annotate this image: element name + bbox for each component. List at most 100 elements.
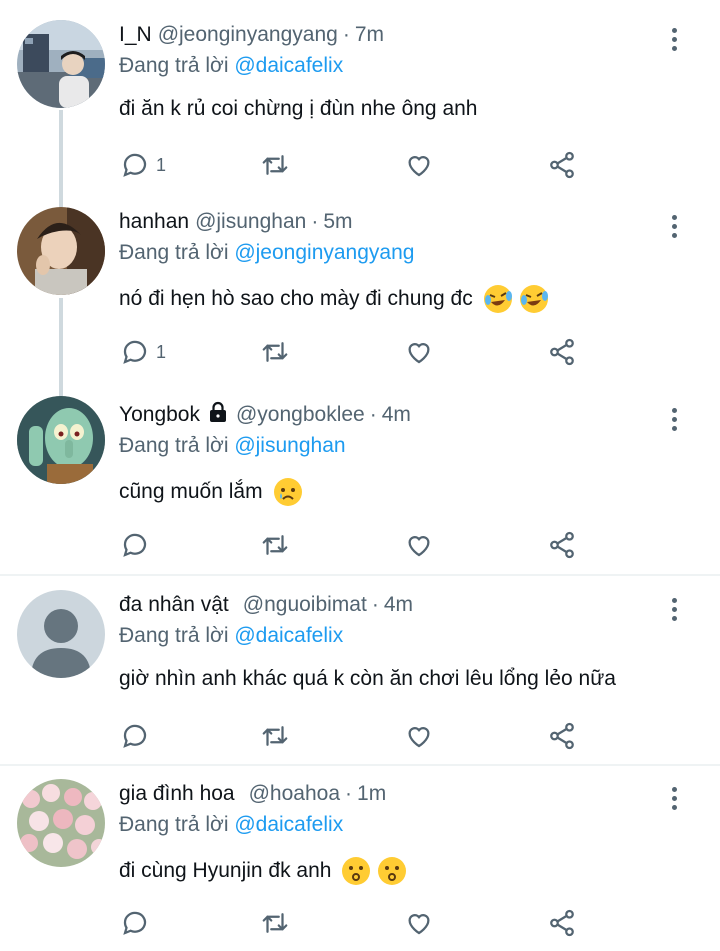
reply-icon: [123, 340, 147, 364]
share-button[interactable]: [547, 905, 577, 941]
kissing-emoji: [377, 856, 407, 886]
tweet-2[interactable]: hanhan @jisunghan · 5m Đang trả lời @jeo…: [0, 207, 720, 377]
timestamp[interactable]: 7m: [355, 23, 384, 47]
tweet-text-content: giờ nhìn anh khác quá k còn ăn chơi lêu …: [119, 667, 616, 690]
heart-icon: [408, 536, 430, 557]
action-bar: 1: [0, 147, 720, 183]
like-button[interactable]: [404, 527, 434, 563]
author-name[interactable]: I_N: [119, 23, 152, 47]
more-options-icon[interactable]: [664, 785, 684, 813]
reply-button[interactable]: 1: [120, 334, 166, 370]
action-bar: [0, 718, 720, 754]
like-button[interactable]: [404, 718, 434, 754]
avatar[interactable]: [17, 207, 105, 295]
share-button[interactable]: [547, 147, 577, 183]
tweet-text: đi cùng Hyunjin đk anh: [119, 856, 407, 886]
reply-mention[interactable]: @daicafelix: [234, 54, 343, 77]
reply-context: Đang trả lời @daicafelix: [119, 813, 343, 837]
heart-icon: [408, 727, 430, 748]
heart-icon: [408, 914, 430, 935]
avatar[interactable]: [17, 20, 105, 108]
tweet-text-content: đi cùng Hyunjin đk anh: [119, 859, 332, 882]
retweet-icon: [262, 535, 288, 555]
more-options-icon[interactable]: [664, 26, 684, 54]
more-options-icon[interactable]: [664, 406, 684, 434]
tweet-text-content: đi ăn k rủ coi chừng ị đùn nhe ông anh: [119, 97, 478, 120]
reply-icon: [123, 533, 147, 557]
author-name[interactable]: Yongbok: [119, 403, 200, 427]
tweet-text: giờ nhìn anh khác quá k còn ăn chơi lêu …: [119, 667, 616, 691]
reply-button[interactable]: [120, 905, 150, 941]
lock-icon: [206, 400, 230, 430]
author-name[interactable]: gia đình hoa: [119, 782, 235, 806]
more-options-icon[interactable]: [664, 596, 684, 624]
tweet-text-content: cũng muốn lắm: [119, 480, 263, 503]
heart-icon: [408, 156, 430, 177]
retweet-button[interactable]: [260, 905, 290, 941]
author-handle[interactable]: @hoahoa: [249, 782, 340, 806]
tweet-text-content: nó đi hẹn hò sao cho mày đi chung đc: [119, 287, 473, 310]
reply-mention[interactable]: @jisunghan: [234, 434, 345, 457]
reply-context: Đang trả lời @jisunghan: [119, 434, 346, 458]
retweet-button[interactable]: [260, 718, 290, 754]
reply-context: Đang trả lời @daicafelix: [119, 624, 343, 648]
author-handle[interactable]: @yongboklee: [236, 403, 365, 427]
timestamp[interactable]: 4m: [382, 403, 411, 427]
timestamp[interactable]: 4m: [384, 593, 413, 617]
like-button[interactable]: [404, 147, 434, 183]
reply-prefix: Đang trả lời: [119, 54, 229, 77]
avatar[interactable]: [17, 590, 105, 678]
share-icon: [550, 338, 574, 366]
divider: [0, 574, 720, 576]
reply-mention[interactable]: @daicafelix: [234, 813, 343, 836]
share-icon: [550, 151, 574, 179]
tweet-4[interactable]: đa nhân vật @nguoibimat · 4m Đang trả lờ…: [0, 590, 720, 760]
reply-icon: [123, 724, 147, 748]
retweet-icon: [262, 342, 288, 362]
retweet-icon: [262, 155, 288, 175]
reply-mention[interactable]: @jeonginyangyang: [234, 241, 414, 264]
tweet-5[interactable]: gia đình hoa @hoahoa · 1m Đang trả lời @…: [0, 779, 720, 951]
retweet-button[interactable]: [260, 147, 290, 183]
share-icon: [550, 722, 574, 750]
author-handle[interactable]: @nguoibimat: [243, 593, 367, 617]
author-handle[interactable]: @jisunghan: [195, 210, 306, 234]
author-name[interactable]: đa nhân vật: [119, 593, 229, 617]
share-button[interactable]: [547, 334, 577, 370]
retweet-button[interactable]: [260, 334, 290, 370]
tweet-3[interactable]: Yongbok @yongboklee · 4m Đang trả lời @j…: [0, 396, 720, 570]
reply-mention[interactable]: @daicafelix: [234, 624, 343, 647]
like-button[interactable]: [404, 905, 434, 941]
share-button[interactable]: [547, 718, 577, 754]
share-icon: [550, 531, 574, 559]
rofl-emoji: [519, 284, 549, 314]
timestamp[interactable]: 5m: [323, 210, 352, 234]
share-button[interactable]: [547, 527, 577, 563]
more-options-icon[interactable]: [664, 213, 684, 241]
action-bar: 1: [0, 334, 720, 370]
author-handle[interactable]: @jeonginyangyang: [158, 23, 338, 47]
separator-dot: ·: [371, 593, 379, 616]
reply-context: Đang trả lời @jeonginyangyang: [119, 241, 414, 265]
reply-icon: [123, 911, 147, 935]
tweet-1[interactable]: I_N @jeonginyangyang · 7m Đang trả lời @…: [0, 20, 720, 190]
timestamp[interactable]: 1m: [357, 782, 386, 806]
author-name[interactable]: hanhan: [119, 210, 189, 234]
avatar[interactable]: [17, 779, 105, 867]
reply-button[interactable]: [120, 527, 150, 563]
avatar[interactable]: [17, 396, 105, 484]
sad-tear-emoji: [273, 477, 303, 507]
heart-icon: [408, 343, 430, 364]
like-button[interactable]: [404, 334, 434, 370]
separator-dot: ·: [345, 782, 353, 805]
reply-prefix: Đang trả lời: [119, 434, 229, 457]
reply-button[interactable]: 1: [120, 147, 166, 183]
reply-count: 1: [156, 341, 167, 362]
action-bar: [0, 527, 720, 563]
tweet-text: nó đi hẹn hò sao cho mày đi chung đc: [119, 284, 549, 314]
reply-button[interactable]: [120, 718, 150, 754]
tweet-text: cũng muốn lắm: [119, 477, 303, 507]
share-icon: [550, 909, 574, 937]
retweet-button[interactable]: [260, 527, 290, 563]
separator-dot: ·: [311, 210, 319, 233]
